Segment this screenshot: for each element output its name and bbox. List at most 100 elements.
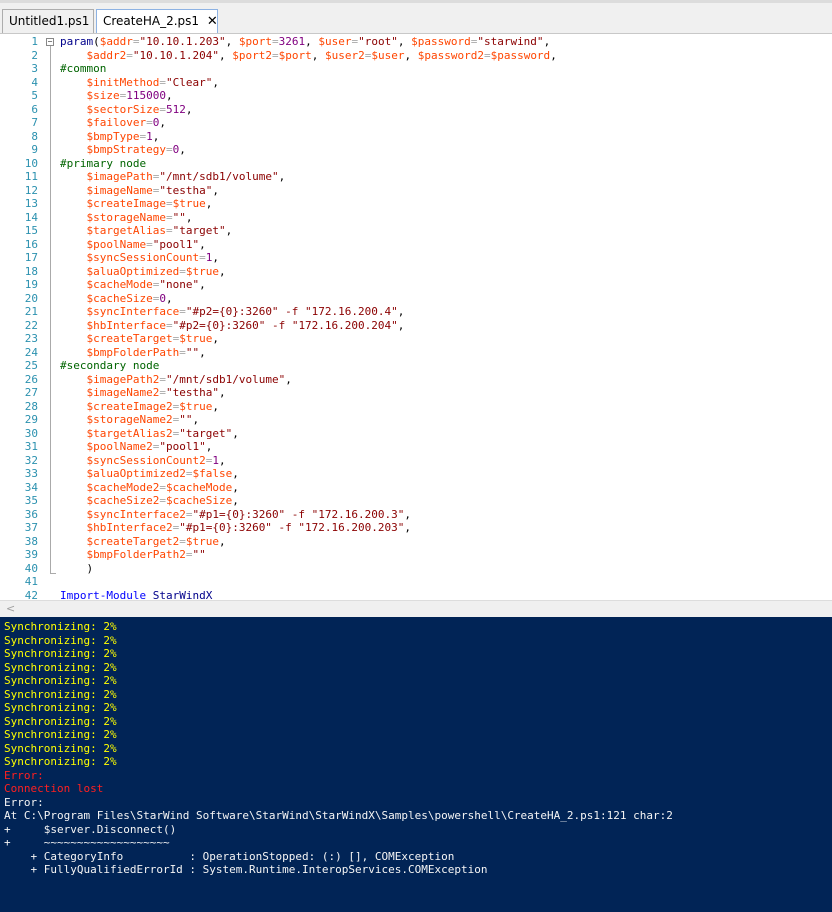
horizontal-scrollbar[interactable]: < — [0, 600, 832, 617]
code-token: param — [60, 35, 94, 48]
code-token: $imageName2 — [86, 386, 160, 399]
code-line[interactable]: 1 param($addr="10.10.1.203", $port=3261, … — [0, 35, 832, 49]
line-number: 25 — [24, 359, 38, 372]
code-token: = — [165, 143, 173, 156]
code-token: "Clear" — [165, 75, 213, 89]
console-line: Synchronizing: 2% — [4, 647, 117, 660]
code-line[interactable]: 15 $targetAlias="target", — [0, 224, 832, 238]
console-line: Synchronizing: 2% — [4, 714, 117, 728]
code-line[interactable]: 22 $hbInterface="#p2={0}:3260" -f "172.1… — [0, 319, 832, 333]
tab-untitled1[interactable]: Untitled1.ps1 — [2, 9, 94, 33]
code-line[interactable]: 29 $storageName2="", — [0, 413, 832, 427]
tab-createha2[interactable]: CreateHA_2.ps1 ✕ — [96, 9, 218, 33]
code-line[interactable]: 37 $hbInterface2="#p1={0}:3260" -f "172.… — [0, 521, 832, 535]
code-token: = — [126, 48, 133, 62]
code-line[interactable]: 4 $initMethod="Clear", — [0, 76, 832, 90]
code-text: $imageName="testha", — [60, 184, 219, 198]
code-token: "#p1={0}:3260" -f "172.16.200.203" — [179, 521, 405, 534]
code-line[interactable]: 41 — [0, 575, 832, 589]
code-token: , — [205, 197, 213, 210]
code-line[interactable]: 21 $syncInterface="#p2={0}:3260" -f "172… — [0, 305, 832, 319]
code-line[interactable]: 36 $syncInterface2="#p1={0}:3260" -f "17… — [0, 508, 832, 522]
code-token: $bmpStrategy — [86, 143, 166, 156]
code-line[interactable]: 35 $cacheSize2=$cacheSize, — [0, 494, 832, 508]
code-line[interactable]: 19 $cacheMode="none", — [0, 278, 832, 292]
code-line[interactable]: 40 ) — [0, 562, 832, 576]
code-line[interactable]: 34 $cacheMode2=$cacheMode, — [0, 481, 832, 495]
console-line: + $server.Disconnect() — [4, 822, 177, 836]
code-line[interactable]: 38 $createTarget2=$true, — [0, 535, 832, 549]
code-token: , — [404, 48, 418, 62]
code-text: $createImage2=$true, — [60, 400, 219, 414]
code-token: , — [212, 75, 219, 89]
code-line[interactable]: 13 $createImage=$true, — [0, 197, 832, 211]
code-token: $bmpType — [86, 129, 140, 143]
console-line: Synchronizing: 2% — [4, 633, 117, 647]
code-token: StarWindX — [152, 588, 213, 601]
code-line[interactable]: 39 $bmpFolderPath2="" — [0, 548, 832, 562]
line-number: 42 — [24, 588, 38, 601]
code-token: "root" — [358, 35, 398, 48]
script-editor[interactable]: 1 param($addr="10.10.1.203", $port=3261, … — [0, 34, 832, 600]
code-line[interactable]: 10 #primary node — [0, 157, 832, 171]
code-line[interactable]: 31 $poolName2="pool1", — [0, 440, 832, 454]
code-line[interactable]: 7 $failover=0, — [0, 116, 832, 130]
code-text: $sectorSize=512, — [60, 103, 193, 117]
code-token: , — [404, 521, 412, 534]
code-line[interactable]: 14 $storageName="", — [0, 211, 832, 225]
code-line[interactable]: 6 $sectorSize=512, — [0, 103, 832, 117]
code-text: #primary node — [60, 157, 146, 171]
code-token: $cacheMode — [165, 480, 233, 494]
code-line[interactable]: 23 $createTarget=$true, — [0, 332, 832, 346]
line-number: 3 — [31, 62, 38, 75]
line-number: 12 — [24, 183, 38, 197]
code-line[interactable]: 30 $targetAlias2="target", — [0, 427, 832, 441]
code-line[interactable]: 17 $syncSessionCount=1, — [0, 251, 832, 265]
code-line[interactable]: 9 $bmpStrategy=0, — [0, 143, 832, 157]
code-token: $true — [179, 399, 213, 413]
code-token: "pool1" — [159, 440, 206, 453]
code-line[interactable]: 27 $imageName2="testha", — [0, 386, 832, 400]
line-number: 32 — [24, 453, 38, 467]
code-line[interactable]: 20 $cacheSize=0, — [0, 292, 832, 306]
code-line[interactable]: 12 $imageName="testha", — [0, 184, 832, 198]
code-line[interactable]: 16 $poolName="pool1", — [0, 238, 832, 252]
code-line[interactable]: 24 $bmpFolderPath="", — [0, 346, 832, 360]
scroll-left-arrow-icon[interactable]: < — [6, 602, 15, 615]
console-line: Error: — [4, 795, 44, 809]
code-line[interactable]: 18 $aluaOptimized=$true, — [0, 265, 832, 279]
code-line[interactable]: 28 $createImage2=$true, — [0, 400, 832, 414]
console-pane[interactable]: Synchronizing: 2% Synchronizing: 2% Synchr… — [0, 617, 832, 912]
close-icon[interactable]: ✕ — [207, 14, 218, 29]
code-line[interactable]: 33 $aluaOptimized2=$false, — [0, 467, 832, 481]
line-number: 16 — [24, 237, 38, 251]
console-line: + CategoryInfo : OperationStopped: (:) [… — [4, 849, 455, 863]
code-line[interactable]: 2 $addr2="10.10.1.204", $port2=$port, $u… — [0, 49, 832, 63]
code-line[interactable]: 3 #common — [0, 62, 832, 76]
code-token: = — [159, 494, 166, 507]
code-line[interactable]: 26 $imagePath2="/mnt/sdb1/volume", — [0, 373, 832, 387]
code-line[interactable]: 5 $size=115000, — [0, 89, 832, 103]
code-line[interactable]: 42 Import-Module StarWindX — [0, 589, 832, 601]
collapse-icon[interactable]: − — [46, 38, 54, 46]
code-text: $cacheMode="none", — [60, 278, 206, 292]
code-line[interactable]: 32 $syncSessionCount2=1, — [0, 454, 832, 468]
code-token: "pool1" — [152, 237, 200, 251]
code-token: , — [192, 413, 200, 426]
code-token: "#p2={0}:3260" -f "172.16.200.204" — [172, 318, 398, 332]
code-token: = — [159, 480, 166, 494]
code-token: $true — [179, 332, 213, 345]
code-line[interactable]: 11 $imagePath="/mnt/sdb1/volume", — [0, 170, 832, 184]
code-line[interactable]: 25 #secondary node — [0, 359, 832, 373]
line-number: 4 — [31, 75, 38, 89]
code-line[interactable]: 8 $bmpType=1, — [0, 130, 832, 144]
console-line: Connection lost — [4, 782, 104, 795]
line-number: 30 — [24, 426, 38, 440]
code-token: $hbInterface2 — [86, 521, 173, 534]
